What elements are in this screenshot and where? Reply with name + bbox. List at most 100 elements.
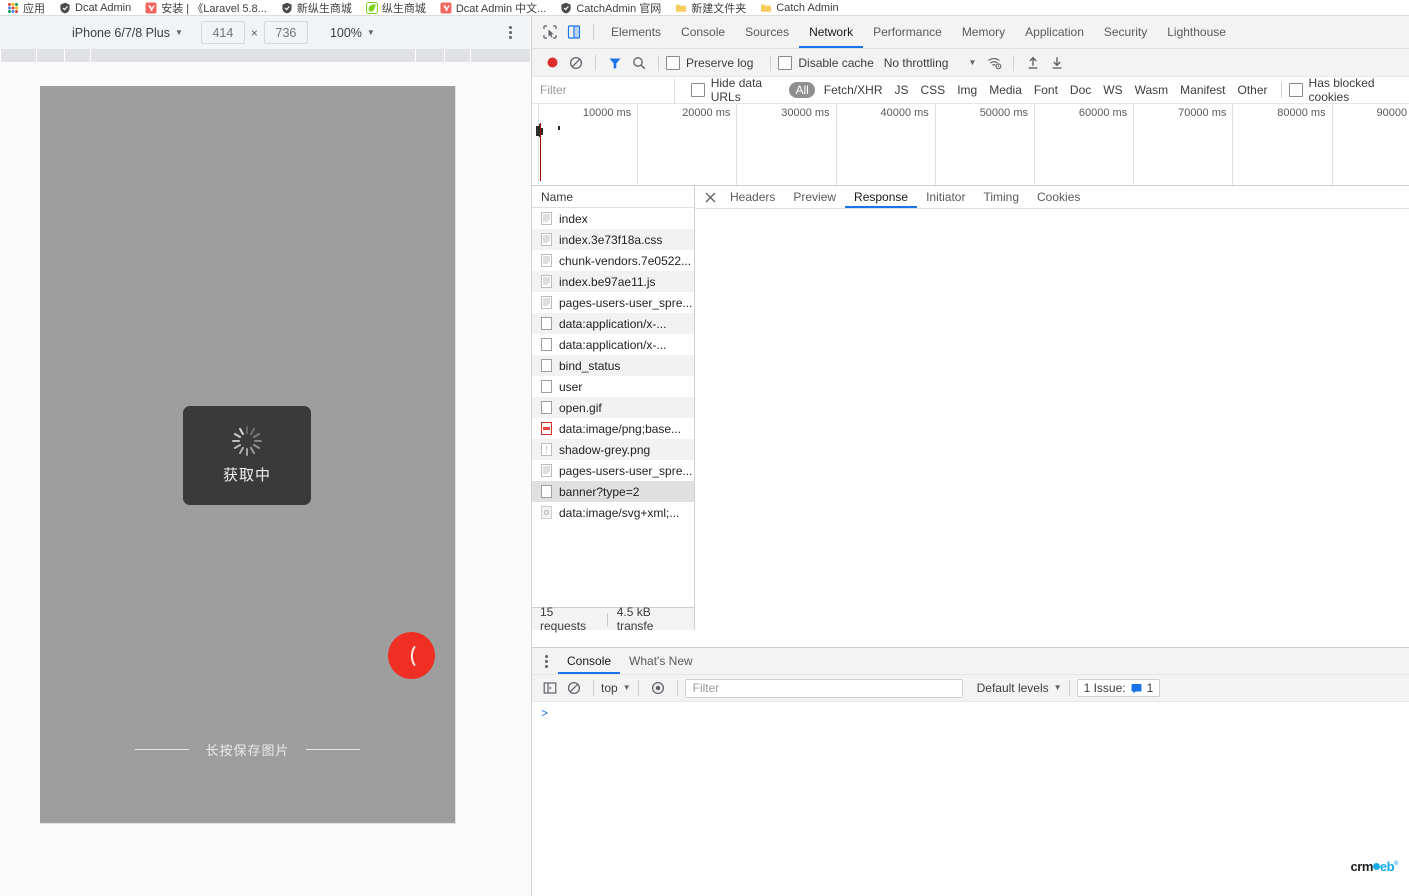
resource-type-filter-other[interactable]: Other xyxy=(1232,83,1274,97)
tab-sources[interactable]: Sources xyxy=(735,17,799,48)
resource-type-filter-manifest[interactable]: Manifest xyxy=(1174,83,1231,97)
request-row[interactable]: bind_status xyxy=(532,355,694,376)
request-row[interactable]: data:application/x-... xyxy=(532,313,694,334)
response-body-viewer[interactable] xyxy=(695,209,1409,630)
tab-memory[interactable]: Memory xyxy=(952,17,1015,48)
back-fab-button[interactable] xyxy=(388,632,435,679)
detail-tab-cookies[interactable]: Cookies xyxy=(1028,187,1089,208)
ruler-tick xyxy=(444,49,445,62)
console-sidebar-button[interactable] xyxy=(538,676,562,700)
console-filter-input[interactable]: Filter xyxy=(684,678,963,698)
request-row[interactable]: index.3e73f18a.css xyxy=(532,229,694,250)
bookmark-item[interactable]: Dcat Admin xyxy=(52,0,138,15)
bookmark-item[interactable]: Catch Admin xyxy=(753,0,845,15)
request-row[interactable]: index xyxy=(532,208,694,229)
tab-security[interactable]: Security xyxy=(1094,17,1157,48)
resource-type-filter-ws[interactable]: WS xyxy=(1097,83,1128,97)
import-har-button[interactable] xyxy=(1021,51,1045,75)
preserve-log-checkbox[interactable]: Preserve log xyxy=(666,55,753,70)
resource-type-filter-all[interactable]: All xyxy=(789,82,815,98)
live-expression-button[interactable] xyxy=(646,676,670,700)
detail-tab-response[interactable]: Response xyxy=(845,187,917,208)
device-height-input[interactable]: 736 xyxy=(263,21,308,44)
toggle-filter-button[interactable] xyxy=(603,51,627,75)
tab-console[interactable]: Console xyxy=(671,17,735,48)
request-row[interactable]: data:image/png;base... xyxy=(532,418,694,439)
search-network-button[interactable] xyxy=(627,51,651,75)
tab-network[interactable]: Network xyxy=(799,17,863,48)
device-more-options-button[interactable] xyxy=(502,24,518,41)
ruler-tick xyxy=(64,49,65,62)
device-zoom-select[interactable]: 100% ▼ xyxy=(330,26,375,40)
request-row[interactable]: data:image/svg+xml;... xyxy=(532,502,694,523)
detail-tab-preview[interactable]: Preview xyxy=(784,187,845,208)
clear-console-icon xyxy=(567,681,581,695)
request-row[interactable]: chunk-vendors.7e0522... xyxy=(532,250,694,271)
console-context-select[interactable]: top ▼ xyxy=(601,681,631,695)
spinner-blade xyxy=(252,443,261,450)
detail-tab-headers[interactable]: Headers xyxy=(721,187,784,208)
console-output[interactable]: > crm eb ® xyxy=(532,702,1409,896)
hide-data-urls-checkbox[interactable]: Hide data URLs xyxy=(690,76,781,104)
resource-type-filter-wasm[interactable]: Wasm xyxy=(1129,83,1175,97)
resource-type-filter-media[interactable]: Media xyxy=(983,83,1028,97)
detail-tab-timing[interactable]: Timing xyxy=(974,187,1028,208)
bookmark-item[interactable]: 新建文件夹 xyxy=(668,0,753,15)
request-row[interactable]: shadow-grey.png xyxy=(532,439,694,460)
import-har-icon xyxy=(1028,56,1038,69)
device-ruler xyxy=(0,49,530,62)
emulated-page[interactable]: 获取中 长按保存图片 xyxy=(40,86,456,824)
disable-cache-checkbox[interactable]: Disable cache xyxy=(778,55,874,70)
issues-button[interactable]: 1 Issue: 1 xyxy=(1076,679,1161,697)
request-row[interactable]: user xyxy=(532,376,694,397)
bookmark-item[interactable]: 纵生商城 xyxy=(359,0,433,15)
request-row[interactable]: pages-users-user_spre... xyxy=(532,292,694,313)
resource-type-filter-css[interactable]: CSS xyxy=(915,83,952,97)
record-button[interactable] xyxy=(540,51,564,75)
tab-application[interactable]: Application xyxy=(1015,17,1094,48)
toggle-device-toolbar-button[interactable] xyxy=(562,20,586,44)
clear-console-button[interactable] xyxy=(562,676,586,700)
resource-type-filter-img[interactable]: Img xyxy=(951,83,983,97)
clear-network-log-button[interactable] xyxy=(564,51,588,75)
device-preset-select[interactable]: iPhone 6/7/8 Plus ▼ xyxy=(72,26,183,40)
resource-type-filter-doc[interactable]: Doc xyxy=(1064,83,1097,97)
drawer-tab-what-s-new[interactable]: What's New xyxy=(620,649,702,674)
resource-type-filter-js[interactable]: JS xyxy=(888,83,914,97)
network-filter-input[interactable]: Filter xyxy=(532,77,675,103)
leaf-icon xyxy=(365,1,378,14)
bookmark-item[interactable]: CatchAdmin 官网 xyxy=(553,0,668,15)
resource-type-filter-fetch-xhr[interactable]: Fetch/XHR xyxy=(818,83,889,97)
resource-type-filter-font[interactable]: Font xyxy=(1028,83,1064,97)
drawer-tab-console[interactable]: Console xyxy=(558,649,620,674)
console-levels-select[interactable]: Default levels ▼ xyxy=(977,681,1062,695)
network-conditions-button[interactable] xyxy=(982,51,1006,75)
export-har-button[interactable] xyxy=(1045,51,1069,75)
throttling-select[interactable]: No throttling ▼ xyxy=(884,56,977,70)
request-row[interactable]: banner?type=2 xyxy=(532,481,694,502)
bookmark-item[interactable]: 安装 | 《Laravel 5.8... xyxy=(138,0,274,15)
close-detail-button[interactable] xyxy=(699,187,721,207)
has-blocked-cookies-checkbox[interactable]: Has blocked cookies xyxy=(1288,76,1400,104)
close-icon xyxy=(705,192,715,202)
tab-lighthouse[interactable]: Lighthouse xyxy=(1157,17,1236,48)
bookmark-item[interactable]: 应用 xyxy=(0,0,52,15)
request-row[interactable]: data:application/x-... xyxy=(532,334,694,355)
detail-tab-initiator[interactable]: Initiator xyxy=(917,187,974,208)
bookmark-item[interactable]: Dcat Admin 中文... xyxy=(433,0,553,15)
console-sidebar-icon xyxy=(543,682,557,694)
request-row[interactable]: index.be97ae11.js xyxy=(532,271,694,292)
tab-elements[interactable]: Elements xyxy=(601,17,671,48)
network-overview-timeline[interactable]: 10000 ms 20000 ms 30000 ms 40000 ms 50000 ms… xyxy=(532,104,1409,186)
inspect-element-button[interactable] xyxy=(538,20,562,44)
request-row[interactable]: open.gif xyxy=(532,397,694,418)
device-width-input[interactable]: 414 xyxy=(200,21,245,44)
bookmark-item[interactable]: 新纵生商城 xyxy=(274,0,359,15)
spinner-blade xyxy=(246,448,248,456)
drawer-more-options-button[interactable] xyxy=(538,653,554,670)
bookmark-label: 新纵生商城 xyxy=(296,2,352,15)
overview-load-marker xyxy=(540,123,541,181)
request-row[interactable]: pages-users-user_spre... xyxy=(532,460,694,481)
request-list-header[interactable]: Name xyxy=(532,186,694,208)
tab-performance[interactable]: Performance xyxy=(863,17,952,48)
